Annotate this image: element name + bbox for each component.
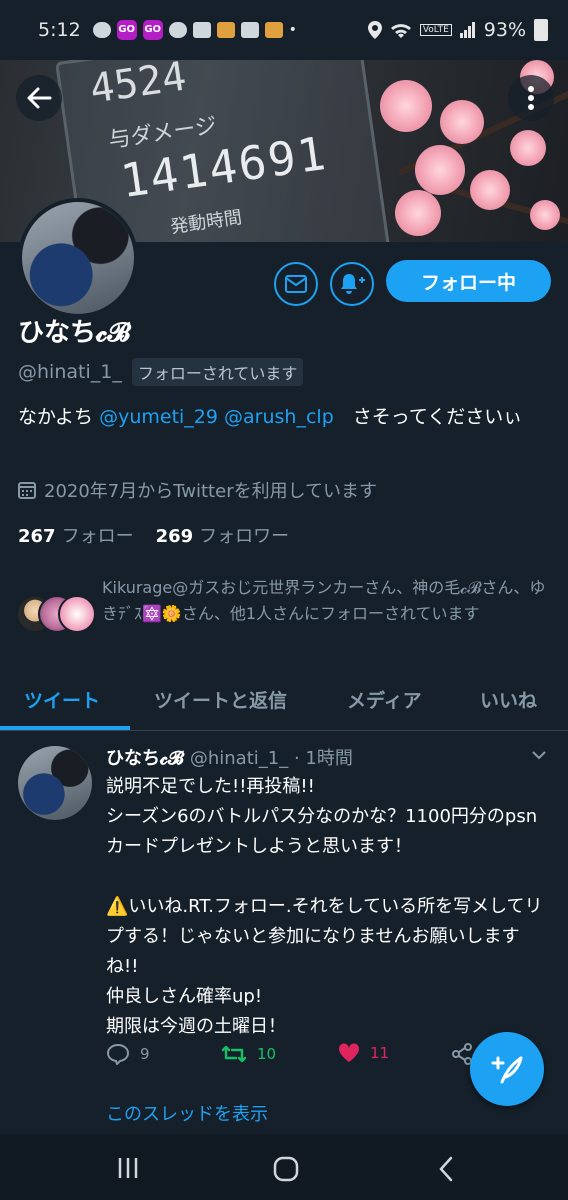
tab-tweets-replies[interactable]: ツイートと返信: [154, 686, 287, 713]
battery-icon: [534, 19, 548, 41]
follower-avatar: [58, 595, 96, 633]
notification-button[interactable]: [330, 262, 374, 306]
handle-row: @hinati_1_ フォローされています: [18, 358, 304, 386]
wifi-icon: [390, 24, 411, 38]
go-app-icon-2: GO: [142, 20, 163, 40]
blossom-flower: [510, 130, 546, 166]
profile-handle: @hinati_1_: [18, 361, 122, 383]
message-button[interactable]: [274, 262, 318, 306]
followers-count: 269: [155, 526, 194, 547]
joined-row: 2020年7月からTwitterを利用しています: [18, 477, 377, 503]
compose-tweet-button[interactable]: [470, 1032, 544, 1106]
system-icons: VoLTE 93%: [367, 19, 548, 41]
retweet-button[interactable]: 10: [221, 1043, 276, 1065]
tweet-time: · 1時間: [293, 748, 353, 769]
tab-media[interactable]: メディア: [347, 686, 422, 713]
following-button[interactable]: フォロー中: [386, 260, 551, 302]
reply-count: 9: [140, 1045, 150, 1063]
profile-name: ひなち𝓬𝓑: [18, 318, 131, 348]
blossom-flower: [415, 145, 465, 195]
tweet-avatar-image: [18, 746, 92, 820]
blossom-flower: [440, 100, 484, 144]
tweet-author-name: ひなち𝓬𝓑: [106, 748, 184, 769]
followed-by-avatars: [16, 595, 96, 635]
following-label: フォロー: [61, 526, 134, 547]
tweet-avatar[interactable]: [18, 746, 92, 820]
show-thread-link[interactable]: このスレッドを表示: [106, 1100, 268, 1126]
profile-avatar[interactable]: [18, 198, 138, 318]
following-count: 267: [18, 526, 56, 547]
share-icon: [452, 1043, 472, 1065]
mail-icon: [240, 22, 259, 38]
tweet-text: 説明不足でした!!再投稿!! シーズン6のバトルパス分なのかな？1100円分のp…: [106, 776, 543, 1037]
volte-icon: VoLTE: [419, 24, 452, 36]
blossom-flower: [395, 190, 441, 236]
tweet-header: ひなち𝓬𝓑 @hinati_1_ · 1時間: [106, 744, 353, 770]
status-bar: 5:12 GO GO • VoLTE 93%: [0, 0, 568, 60]
android-nav-bar: [0, 1134, 568, 1200]
chevron-down-icon[interactable]: [530, 746, 548, 764]
notification-icons: GO GO •: [92, 20, 297, 40]
cloud-icon: [168, 22, 187, 38]
bio-prefix: なかよち: [18, 406, 100, 428]
tab-likes[interactable]: いいね: [480, 686, 537, 713]
blossom-flower: [380, 80, 432, 132]
avatar-image: [22, 202, 134, 314]
feather-plus-icon: [491, 1056, 523, 1084]
followers-link[interactable]: 269 フォロワー: [156, 522, 290, 548]
followed-by-row[interactable]: Kikurage@ガスおじ元世界ランカーさん、神の毛𝓬𝓑さん、ゆきﾃﾞｽ🔯🌼さん…: [16, 575, 556, 635]
bag-icon: [192, 22, 211, 38]
battery-percent: 93%: [483, 19, 526, 41]
reply-icon: [106, 1043, 130, 1065]
like-count: 11: [370, 1044, 390, 1062]
signal-icon: [459, 22, 475, 38]
blossom-flower: [470, 170, 510, 210]
like-button[interactable]: 11: [338, 1043, 389, 1063]
reply-button[interactable]: 9: [106, 1043, 150, 1065]
follows-you-badge: フォローされています: [131, 358, 304, 386]
recent-apps-icon[interactable]: [116, 1156, 140, 1180]
mail-icon: [285, 275, 307, 293]
bio-mention-link[interactable]: @yumeti_29: [99, 406, 218, 428]
nav-back-icon[interactable]: [436, 1156, 456, 1182]
follow-counts: 267 フォロー 269 フォロワー: [18, 522, 289, 548]
back-button[interactable]: [16, 75, 62, 121]
bell-plus-icon: [341, 274, 365, 294]
retweet-count: 10: [257, 1045, 277, 1063]
bio-suffix: さそってくださいぃ: [333, 406, 523, 428]
home-icon[interactable]: [272, 1156, 300, 1182]
share-button[interactable]: [452, 1043, 472, 1065]
gift-icon: [216, 22, 235, 38]
go-app-icon: GO: [116, 20, 137, 40]
bio-mention-link-2[interactable]: @arush_clp: [224, 406, 334, 428]
tab-tweets[interactable]: ツイート: [24, 686, 100, 713]
profile-tabs: ツイート ツイートと返信 メディア いいね: [0, 672, 568, 731]
tab-active-indicator: [0, 726, 130, 730]
more-vertical-icon: [528, 86, 534, 110]
blossom-flower: [530, 200, 560, 230]
gift-icon-2: [264, 22, 283, 38]
arrow-left-icon: [27, 87, 52, 109]
followers-label: フォロワー: [199, 526, 290, 547]
calendar-icon: [18, 482, 36, 499]
following-link[interactable]: 267 フォロー: [18, 522, 134, 548]
retweet-icon: [221, 1045, 247, 1063]
followed-by-text: Kikurage@ガスおじ元世界ランカーさん、神の毛𝓬𝓑さん、ゆきﾃﾞｽ🔯🌼さん…: [102, 578, 546, 623]
status-time: 5:12: [38, 19, 81, 41]
more-dot-icon: •: [288, 22, 297, 38]
profile-bio: なかよち @yumeti_29 @arush_clp さそってくださいぃ: [18, 402, 548, 432]
heart-icon: [338, 1043, 360, 1062]
weather-icon: [92, 22, 111, 38]
tweet-author-handle: @hinati_1_: [189, 748, 289, 769]
tweet-actions: 9 10 11: [106, 1043, 472, 1071]
more-options-button[interactable]: [508, 75, 554, 121]
joined-text: 2020年7月からTwitterを利用しています: [44, 481, 378, 502]
location-icon: [367, 21, 382, 39]
